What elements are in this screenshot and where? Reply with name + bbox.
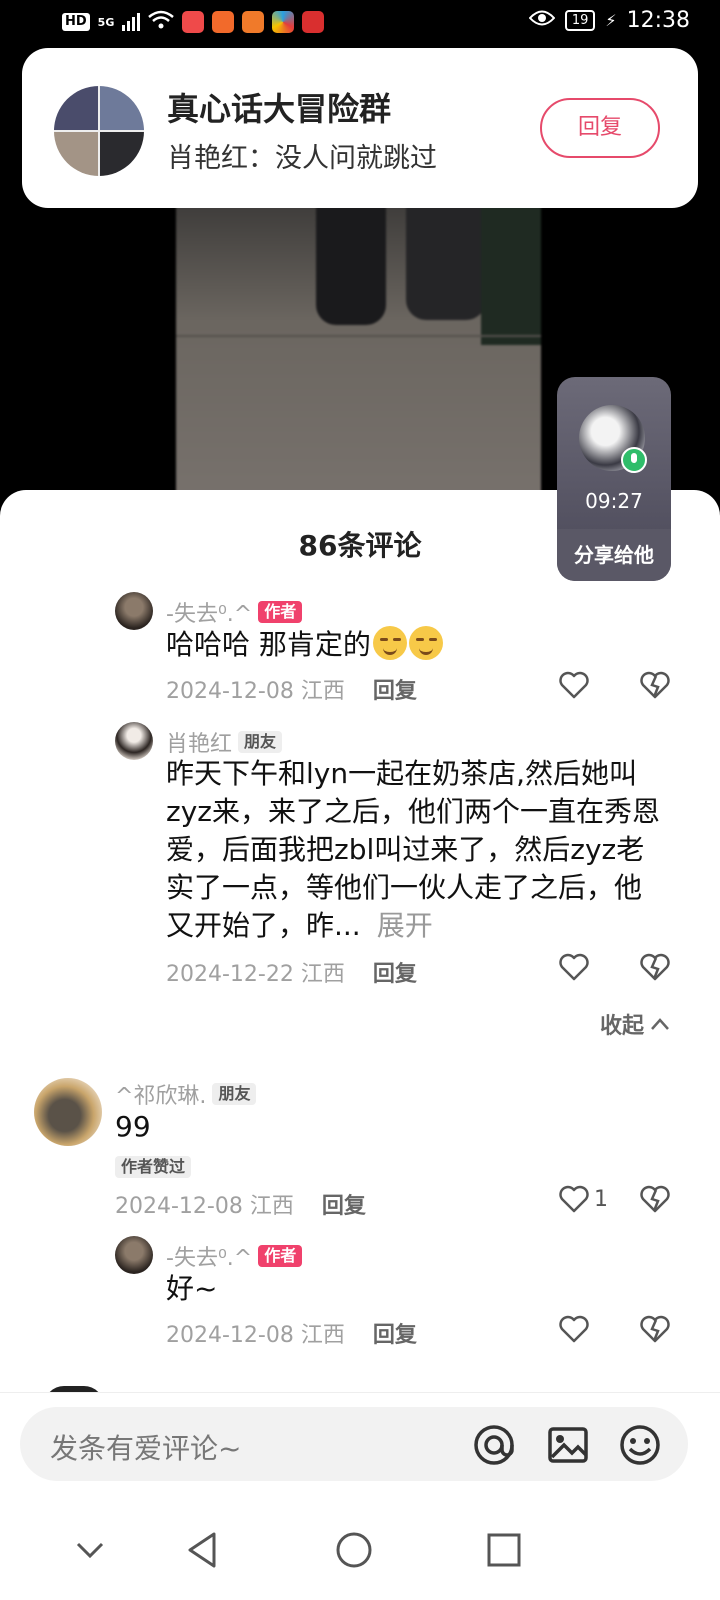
comment-reply-button[interactable]: 回复 <box>373 679 417 704</box>
comment-text: 好~ <box>166 1272 218 1305</box>
network-type: 5G <box>97 15 115 29</box>
video-ground-line <box>176 335 541 337</box>
friend-badge: 朋友 <box>212 1083 257 1105</box>
comment-date: 2024-12-22 江西 <box>166 962 345 987</box>
status-bar: HD 5G 19 ⚡ 12:38 <box>0 0 720 48</box>
back-icon[interactable] <box>184 1530 224 1570</box>
notification-reply-button[interactable]: 回复 <box>540 98 660 158</box>
like-icon[interactable] <box>558 1184 590 1214</box>
status-right: 19 ⚡ 12:38 <box>528 8 690 33</box>
collapse-label: 收起 <box>599 1014 644 1039</box>
dislike-icon[interactable] <box>639 952 671 982</box>
video-frame[interactable] <box>176 205 541 495</box>
comment-meta: 2024-12-08 江西 回复 <box>166 673 417 705</box>
comment-username[interactable]: ^祁欣琳. <box>115 1078 206 1110</box>
app-notification-icon <box>242 11 265 33</box>
comment-text: 99 <box>115 1110 151 1143</box>
signal-icon <box>122 13 141 31</box>
image-icon[interactable] <box>546 1423 590 1467</box>
status-left: HD 5G <box>62 10 325 34</box>
eye-icon <box>528 8 556 33</box>
message-notification[interactable]: 真心话大冒险群 肖艳红：没人问就跳过 回复 <box>22 48 698 208</box>
microphone-icon <box>621 447 647 473</box>
share-button[interactable]: 分享给他 <box>557 529 671 581</box>
comment-username-row: ^祁欣琳. 朋友 <box>115 1078 257 1110</box>
author-badge: 作者 <box>258 1245 303 1267</box>
friend-badge: 朋友 <box>238 731 283 753</box>
mention-icon[interactable] <box>472 1423 516 1467</box>
avatar[interactable] <box>115 1236 153 1274</box>
charging-icon: ⚡ <box>605 11 617 30</box>
comment-username-row: -失去⁰.^ 作者 <box>166 1240 303 1272</box>
chevron-down-icon[interactable] <box>70 1530 110 1570</box>
like-icon[interactable] <box>558 670 590 700</box>
system-nav-bar <box>0 1500 720 1600</box>
comment-reply-button[interactable]: 回复 <box>373 1323 417 1348</box>
group-avatar <box>54 86 144 176</box>
smirk-emoji-icon <box>372 626 407 660</box>
avatar[interactable] <box>115 722 153 760</box>
dislike-icon[interactable] <box>639 670 671 700</box>
comment-text: 昨天下午和lyn一起在奶茶店,然后她叫zyz来，来了之后，他们两个一直在秀恩爱，… <box>166 757 660 942</box>
comment-username-row: 肖艳红 朋友 <box>166 726 283 758</box>
notification-title: 真心话大冒险群 <box>167 90 392 128</box>
video-figure <box>406 205 486 320</box>
smirk-emoji-icon <box>408 626 443 660</box>
app-notification-icon <box>272 11 295 33</box>
comment-reply-button[interactable]: 回复 <box>322 1194 366 1219</box>
wifi-icon <box>148 10 175 34</box>
dislike-icon[interactable] <box>639 1184 671 1214</box>
chevron-up-icon <box>651 1018 669 1030</box>
author-liked-badge: 作者赞过 <box>115 1156 192 1178</box>
avatar[interactable] <box>34 1078 102 1146</box>
emoji-icon[interactable] <box>618 1423 662 1467</box>
avatar[interactable] <box>115 592 153 630</box>
comment-date: 2024-12-08 江西 <box>115 1194 294 1219</box>
comment-username[interactable]: -失去⁰.^ <box>166 596 252 628</box>
comment-date: 2024-12-08 江西 <box>166 679 345 704</box>
clock: 12:38 <box>626 8 690 33</box>
recents-icon[interactable] <box>484 1530 524 1570</box>
share-timestamp: 09:27 <box>585 489 643 513</box>
comment-meta: 2024-12-22 江西 回复 <box>166 956 417 988</box>
like-icon[interactable] <box>558 952 590 982</box>
comment-username-row: -失去⁰.^ 作者 <box>166 596 303 628</box>
app-notification-icon <box>182 11 205 33</box>
comment-input-bar: 发条有爱评论~ <box>0 1392 720 1501</box>
home-icon[interactable] <box>334 1530 374 1570</box>
share-card[interactable]: 09:27 分享给他 <box>557 377 671 581</box>
like-count: 1 <box>594 1187 608 1212</box>
comment-username[interactable]: -失去⁰.^ <box>166 1240 252 1272</box>
comment-meta: 2024-12-08 江西 回复 <box>166 1317 417 1349</box>
author-badge: 作者 <box>258 601 303 623</box>
comment-meta: 2024-12-08 江西 回复 <box>115 1188 366 1220</box>
battery-indicator: 19 <box>564 10 596 31</box>
app-notification-icon <box>302 11 325 33</box>
comment-input-placeholder: 发条有爱评论~ <box>50 1432 242 1465</box>
comment-input[interactable]: 发条有爱评论~ <box>20 1407 688 1481</box>
expand-button[interactable]: 展开 <box>377 909 433 942</box>
video-figure <box>316 205 386 325</box>
dislike-icon[interactable] <box>639 1314 671 1344</box>
like-icon[interactable] <box>558 1314 590 1344</box>
comment-date: 2024-12-08 江西 <box>166 1323 345 1348</box>
comment-reply-button[interactable]: 回复 <box>373 962 417 987</box>
comment-username[interactable]: 肖艳红 <box>166 726 232 758</box>
collapse-replies-button[interactable]: 收起 <box>600 1008 670 1040</box>
comment-text: 哈哈哈 那肯定的 <box>166 626 443 664</box>
app-notification-icon <box>212 11 235 33</box>
video-background <box>481 205 541 345</box>
notification-message: 肖艳红：没人问就跳过 <box>167 143 437 174</box>
hd-indicator: HD <box>62 13 90 31</box>
